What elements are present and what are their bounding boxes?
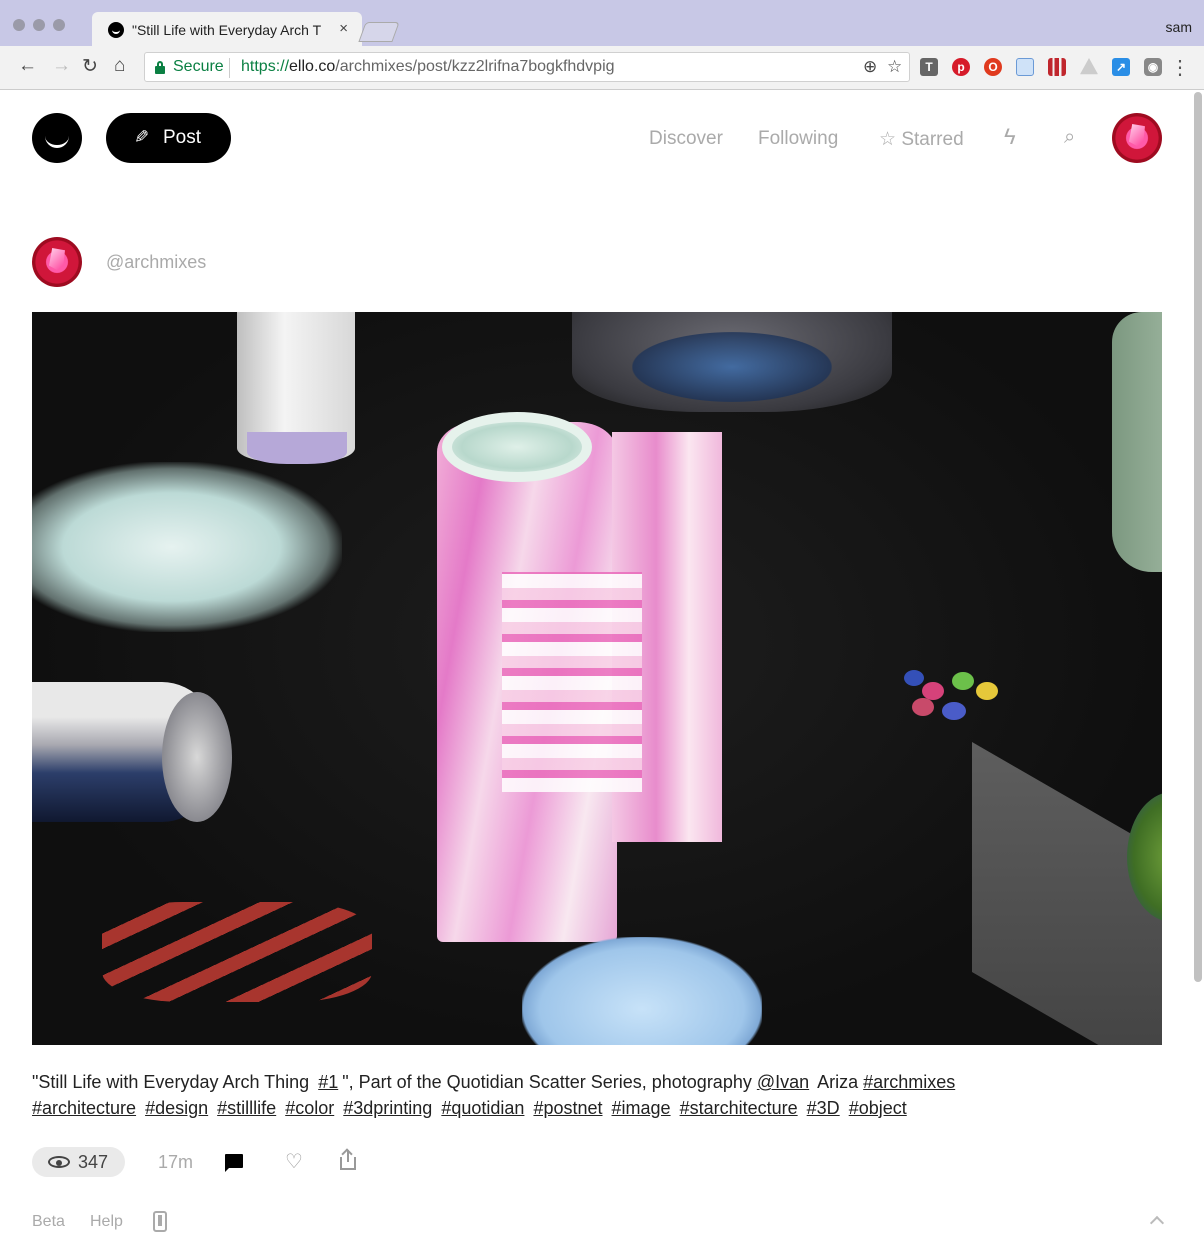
post-button-label: Post xyxy=(163,127,202,148)
views-counter[interactable]: 347 xyxy=(32,1147,125,1177)
comment-icon[interactable] xyxy=(225,1154,243,1172)
pencil-icon: ✎ xyxy=(134,127,150,147)
lock-icon xyxy=(155,61,165,74)
model-dome-shape xyxy=(442,412,592,482)
nav-starred[interactable]: ☆ Starred xyxy=(879,128,964,151)
browser-tab-bar: "Still Life with Everyday Arch T × sam xyxy=(0,0,1204,46)
new-tab-button[interactable] xyxy=(358,22,400,42)
window-maximize-button[interactable] xyxy=(53,19,65,31)
white-feather-shape xyxy=(32,462,342,632)
camera-icon[interactable]: ◉ xyxy=(1144,58,1162,76)
profile-name[interactable]: sam xyxy=(1166,19,1192,35)
nav-starred-label: Starred xyxy=(901,129,964,150)
hashtag-link[interactable]: #architecture xyxy=(32,1098,136,1118)
author-username[interactable]: @archmixes xyxy=(106,252,206,273)
hashtag-link[interactable]: #archmixes xyxy=(863,1072,955,1092)
bars-extension-icon[interactable] xyxy=(1048,58,1066,76)
star-icon: ☆ xyxy=(879,129,897,150)
drive-icon[interactable] xyxy=(1080,58,1098,75)
candy-shape xyxy=(912,698,934,716)
hashtag-link[interactable]: #design xyxy=(145,1098,208,1118)
mention-link[interactable]: @Ivan xyxy=(757,1072,809,1092)
post-image[interactable] xyxy=(32,312,1162,1045)
window-close-button[interactable] xyxy=(13,19,25,31)
soda-can-end-shape xyxy=(162,692,232,822)
resize-extension-icon[interactable]: ↗ xyxy=(1112,58,1130,76)
caption-text: Ariza xyxy=(813,1072,864,1092)
current-user-avatar[interactable] xyxy=(1112,113,1162,163)
reload-icon[interactable]: ↻ xyxy=(82,55,98,78)
share-icon[interactable] xyxy=(340,1148,356,1170)
pinterest-icon[interactable]: p xyxy=(952,58,970,76)
caption-link[interactable]: #1 xyxy=(318,1072,338,1092)
ello-logo-icon[interactable] xyxy=(32,113,82,163)
globe-in-jar-shape xyxy=(632,332,832,402)
heart-icon[interactable]: ♡ xyxy=(285,1149,303,1174)
hashtag-link[interactable]: #starchitecture xyxy=(680,1098,798,1118)
hashtag-link[interactable]: #postnet xyxy=(533,1098,602,1118)
forward-icon[interactable]: → xyxy=(52,55,71,77)
green-cup-shape xyxy=(1112,312,1162,572)
browser-toolbar: ← → ↻ ⌂ Secure https://ello.co/archmixes… xyxy=(0,46,1204,90)
home-icon[interactable]: ⌂ xyxy=(114,55,125,77)
extension-t-icon[interactable]: T xyxy=(920,58,938,76)
phone-icon[interactable] xyxy=(153,1211,167,1232)
chevron-up-icon[interactable] xyxy=(1149,1215,1165,1231)
bookmark-star-icon[interactable]: ☆ xyxy=(887,57,902,77)
notifications-bolt-icon[interactable]: ϟ xyxy=(1004,124,1016,150)
snack-shape xyxy=(102,902,372,1002)
blue-glove-shape xyxy=(522,937,762,1045)
nav-following[interactable]: Following xyxy=(758,128,838,150)
author-avatar[interactable] xyxy=(32,237,82,287)
hashtag-link[interactable]: #object xyxy=(849,1098,907,1118)
footer-help-link[interactable]: Help xyxy=(90,1213,123,1231)
footer-beta-link[interactable]: Beta xyxy=(32,1213,65,1231)
opera-icon[interactable]: O xyxy=(984,58,1002,76)
ello-favicon-icon xyxy=(108,22,124,38)
candy-shape xyxy=(904,670,924,686)
spray-can-base-shape xyxy=(247,432,347,464)
url-host: ello.co xyxy=(289,58,336,75)
tab-close-icon[interactable]: × xyxy=(339,20,348,37)
model-facade-shape xyxy=(502,572,642,792)
candy-shape xyxy=(942,702,966,720)
views-count: 347 xyxy=(78,1152,109,1172)
candy-shape xyxy=(976,682,998,700)
omnibox-divider xyxy=(229,58,230,78)
hashtag-link[interactable]: #image xyxy=(612,1098,671,1118)
candy-shape xyxy=(952,672,974,690)
address-bar[interactable]: Secure https://ello.co/archmixes/post/kz… xyxy=(144,52,910,82)
url-scheme: https:// xyxy=(241,58,290,75)
caption-text: ", Part of the Quotidian Scatter Series,… xyxy=(342,1072,757,1092)
hashtag-link[interactable]: #quotidian xyxy=(441,1098,524,1118)
url-path: /archmixes/post/kzz2lrifna7bogkfhdvpig xyxy=(335,58,615,75)
hashtag-link[interactable]: #3D xyxy=(807,1098,840,1118)
caption-text: "Still Life with Everyday Arch Thing xyxy=(32,1072,315,1092)
post-caption: "Still Life with Everyday Arch Thing #1 "… xyxy=(32,1069,1032,1121)
post-button[interactable]: ✎ Post xyxy=(106,113,231,163)
caption-tags: #architecture #design #stilllife #color … xyxy=(32,1095,1032,1121)
zoom-icon[interactable]: ⊕ xyxy=(863,57,877,77)
hashtag-link[interactable]: #color xyxy=(285,1098,334,1118)
browser-menu-icon[interactable]: ⋮ xyxy=(1170,55,1190,80)
search-icon[interactable]: ⌕ xyxy=(1064,126,1075,149)
secure-label: Secure xyxy=(173,58,224,75)
page-scrollbar[interactable] xyxy=(1194,92,1202,982)
post-timestamp[interactable]: 17m xyxy=(158,1152,193,1173)
back-icon[interactable]: ← xyxy=(18,55,37,77)
nav-discover[interactable]: Discover xyxy=(649,128,723,150)
window-minimize-button[interactable] xyxy=(33,19,45,31)
browser-tab[interactable]: "Still Life with Everyday Arch T × xyxy=(92,12,362,46)
hashtag-link[interactable]: #3dprinting xyxy=(343,1098,432,1118)
tab-title: "Still Life with Everyday Arch T xyxy=(132,22,322,38)
document-extension-icon[interactable] xyxy=(1016,58,1034,76)
eye-icon xyxy=(48,1156,70,1168)
url-text[interactable]: https://ello.co/archmixes/post/kzz2lrifn… xyxy=(241,58,615,76)
caption-line-1: "Still Life with Everyday Arch Thing #1 "… xyxy=(32,1069,1032,1095)
book-shape xyxy=(972,742,1162,1045)
ello-page: ✎ Post Discover Following ☆ Starred ϟ ⌕ … xyxy=(8,90,1190,1237)
hashtag-link[interactable]: #stilllife xyxy=(217,1098,276,1118)
